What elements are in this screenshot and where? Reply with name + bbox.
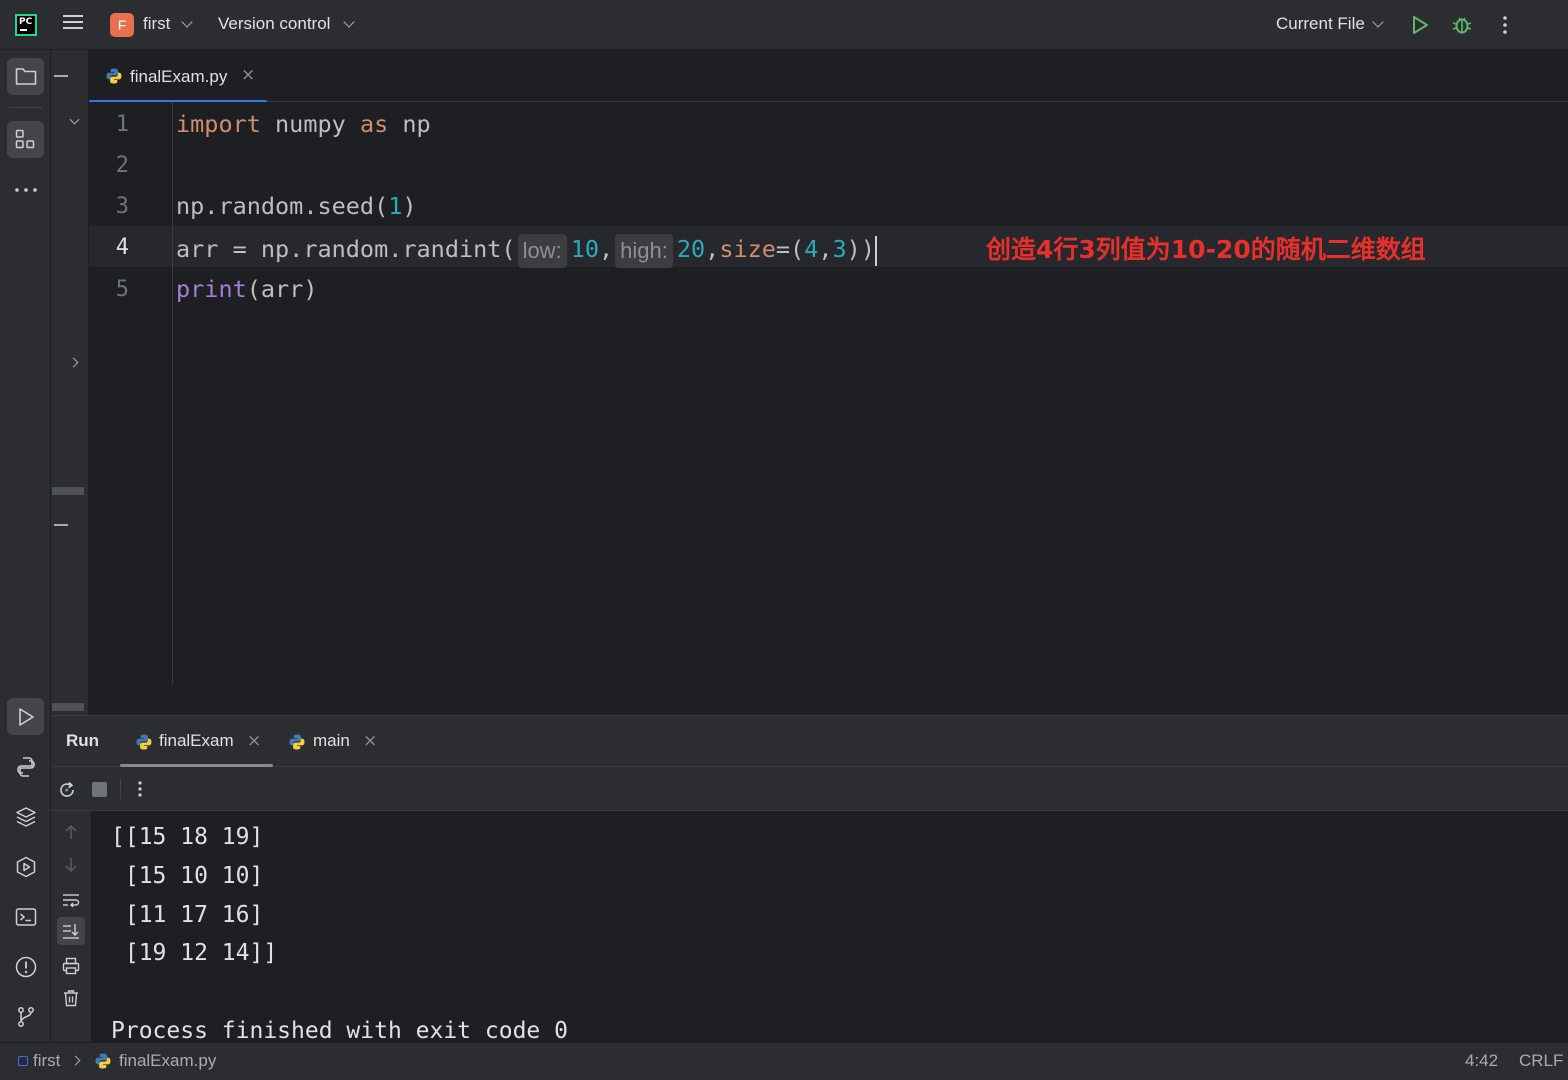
left-tool-strip (0, 50, 51, 1042)
run-panel-header: Run finalExam × main × (51, 716, 1568, 767)
run-tool-icon (19, 708, 34, 726)
console-output-line: Process finished with exit code 0 (111, 1018, 568, 1044)
git-icon[interactable] (14, 1005, 38, 1029)
minimize-icon[interactable] (54, 524, 68, 526)
more-actions-icon[interactable] (136, 780, 144, 798)
structure-icon (15, 129, 35, 149)
run-icon[interactable] (1410, 15, 1430, 35)
print-icon[interactable] (62, 957, 80, 975)
close-tab-icon[interactable]: × (241, 65, 255, 85)
python-packages-icon[interactable] (14, 805, 38, 829)
editor-tab-finalexam[interactable]: finalExam.py × (89, 50, 267, 103)
scroll-to-end-button[interactable] (57, 917, 85, 945)
divider (9, 107, 42, 108)
problems-icon[interactable] (14, 955, 38, 979)
line-ending[interactable]: CRLF (1519, 1051, 1563, 1071)
project-tool-button[interactable] (7, 58, 44, 95)
trash-icon[interactable] (62, 989, 80, 1007)
python-file-icon (289, 734, 305, 750)
run-tab-finalexam[interactable]: finalExam × (120, 716, 273, 767)
run-panel-title: Run (66, 731, 100, 750)
more-tools-icon[interactable] (14, 186, 38, 194)
code-editor[interactable]: 1 2 3 4 5 import numpy as np np.random.s… (89, 102, 1568, 685)
run-tab-label: finalExam (159, 731, 234, 750)
chevron-right-icon (70, 1055, 81, 1066)
python-console-icon[interactable] (14, 755, 38, 779)
parameter-hint-low: low: (517, 233, 567, 268)
code-annotation: 创造4行3列值为10-20的随机二维数组 (986, 235, 1426, 264)
run-tool-button[interactable] (7, 698, 44, 735)
version-control-menu[interactable]: Version control (218, 14, 330, 34)
project-module-icon (18, 1056, 28, 1066)
structure-tool-button[interactable] (7, 121, 44, 158)
line-gutter (89, 102, 173, 685)
code-line-3: np.random.seed(1) (176, 192, 417, 220)
run-config-selector[interactable]: Current File (1276, 14, 1365, 34)
divider (120, 779, 121, 799)
arrow-down-icon[interactable] (63, 856, 79, 874)
console-output-line: [15 10 10] (111, 863, 264, 889)
folder-icon (15, 68, 37, 85)
chevron-right-icon[interactable] (68, 357, 79, 368)
scroll-to-end-icon (63, 924, 79, 939)
line-number: 2 (115, 153, 129, 178)
status-bar: first finalExam.py 4:42 CRLF (0, 1042, 1568, 1080)
more-actions-icon[interactable] (1497, 15, 1513, 35)
line-number: 3 (115, 194, 129, 219)
code-line-1: import numpy as np (176, 110, 431, 138)
code-line-4: arr = np.random.randint(low: 10, high: 20,s… (176, 229, 877, 270)
text-cursor (874, 235, 877, 266)
code-line-5: print(arr) (176, 275, 318, 303)
project-badge[interactable]: F (110, 13, 134, 37)
rerun-icon[interactable] (57, 780, 77, 800)
pycharm-logo-icon[interactable]: PC (15, 14, 37, 36)
project-panel-collapsed (51, 50, 89, 715)
project-name[interactable]: first (143, 14, 170, 34)
chevron-down-icon[interactable] (69, 114, 80, 125)
debug-icon[interactable] (1451, 14, 1473, 36)
line-number: 1 (115, 112, 129, 137)
title-bar: PC F first Version control Current File (0, 0, 1568, 50)
scrollbar[interactable] (52, 703, 84, 711)
services-icon[interactable] (14, 855, 38, 879)
close-tab-icon[interactable]: × (363, 731, 377, 751)
chevron-down-icon[interactable] (1372, 16, 1384, 28)
breadcrumb-file[interactable]: finalExam.py (119, 1051, 216, 1071)
cursor-position[interactable]: 4:42 (1465, 1051, 1498, 1071)
editor-tabs: finalExam.py × (89, 50, 1568, 103)
python-file-icon (95, 1053, 111, 1069)
console-output-line: [19 12 14]] (111, 940, 278, 966)
run-panel: Run finalExam × main × [[15 18 19] [15 1… (51, 715, 1568, 1044)
arrow-up-icon[interactable] (63, 823, 79, 841)
soft-wrap-icon[interactable] (62, 891, 80, 909)
python-file-icon (136, 734, 152, 750)
run-toolbar (51, 767, 1568, 811)
line-number: 5 (115, 277, 129, 302)
parameter-hint-high: high: (615, 233, 673, 268)
editor-tab-label: finalExam.py (130, 67, 228, 86)
python-file-icon (106, 68, 122, 84)
chevron-down-icon[interactable] (181, 16, 193, 28)
line-number-current: 4 (115, 235, 129, 260)
chevron-down-icon[interactable] (343, 16, 355, 28)
minimize-icon[interactable] (54, 75, 68, 77)
close-tab-icon[interactable]: × (247, 731, 261, 751)
stop-icon[interactable] (92, 782, 107, 797)
terminal-icon[interactable] (14, 905, 38, 929)
scrollbar[interactable] (52, 487, 84, 495)
run-tab-label: main (313, 731, 350, 750)
run-side-toolbar (51, 811, 91, 1043)
main-menu-icon[interactable] (63, 15, 83, 35)
breadcrumb-project[interactable]: first (33, 1051, 60, 1071)
console-output-line: [[15 18 19] (111, 824, 264, 850)
console-output-line: [11 17 16] (111, 902, 264, 928)
run-tab-main[interactable]: main × (281, 716, 386, 767)
